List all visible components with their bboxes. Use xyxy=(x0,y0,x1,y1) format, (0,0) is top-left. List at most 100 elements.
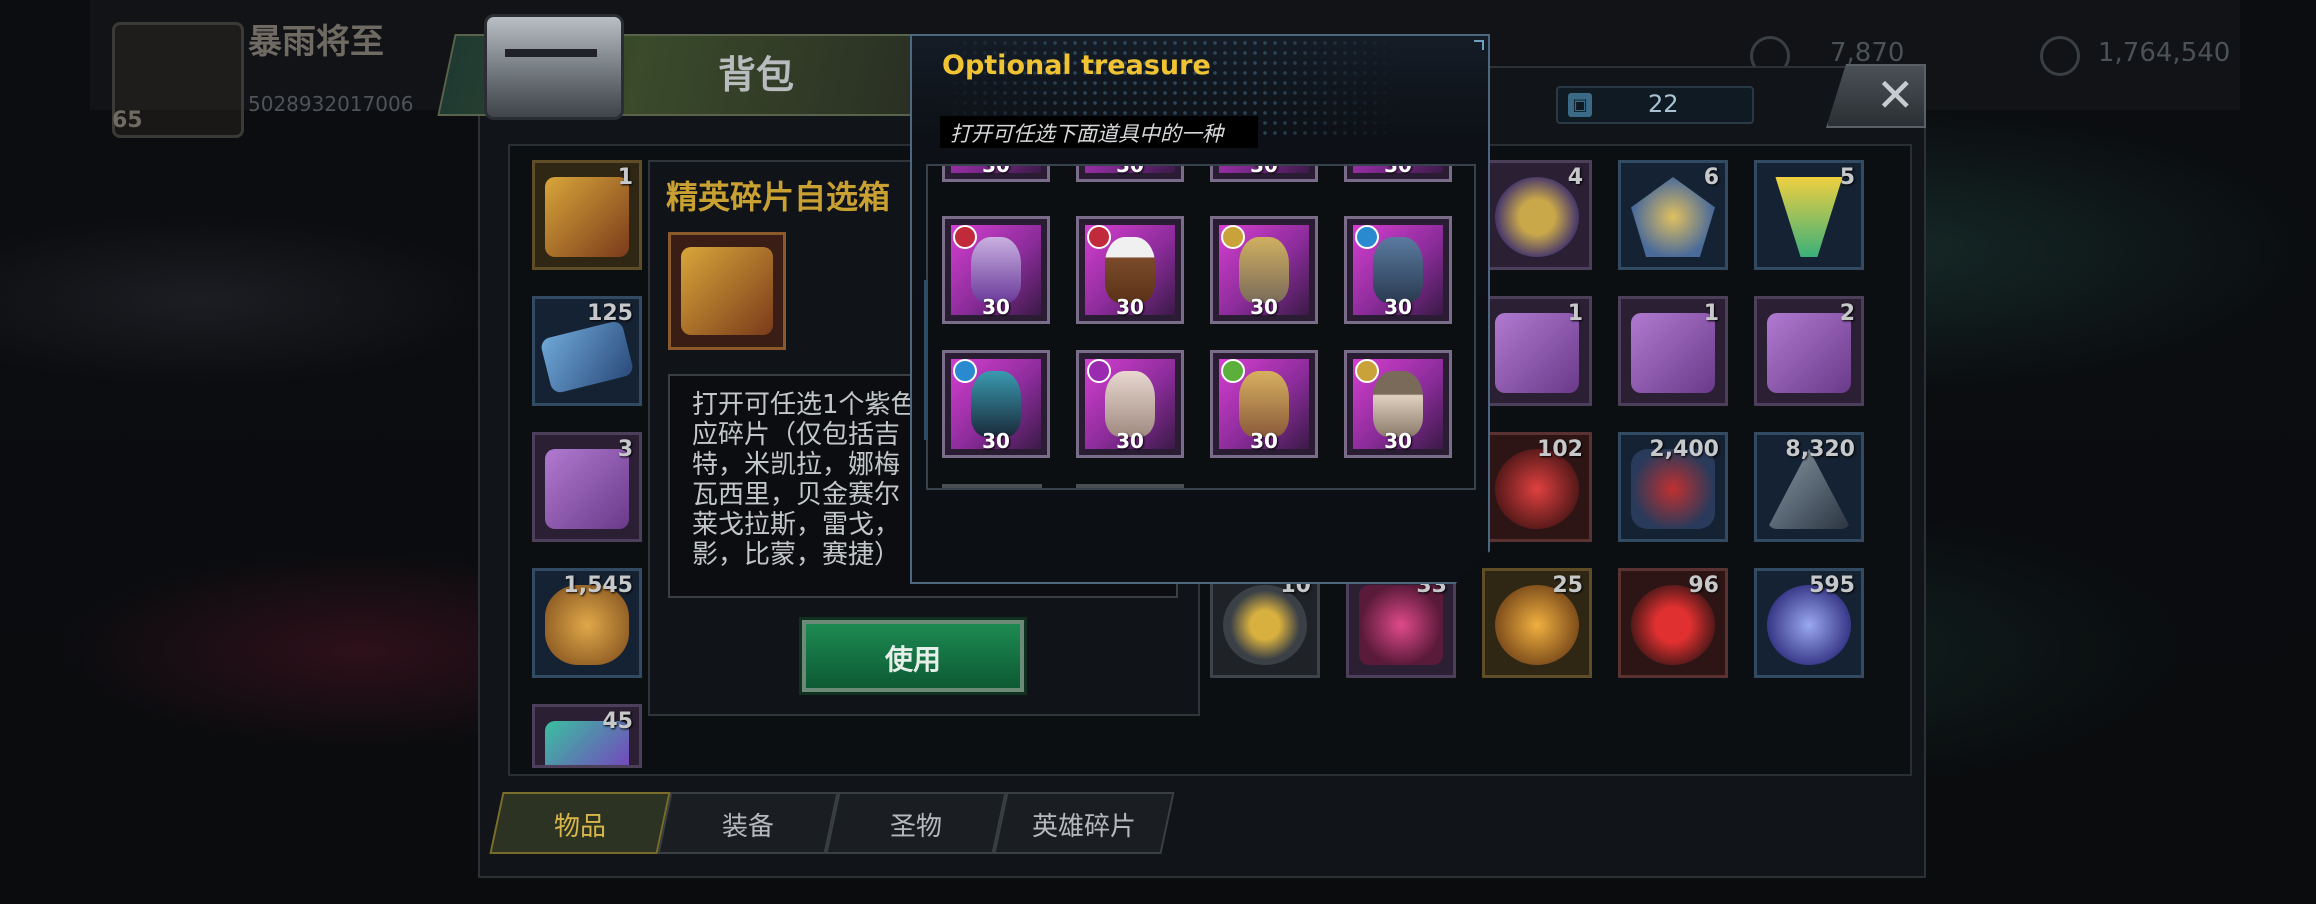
hero-shard-quantity: 30 xyxy=(982,429,1010,453)
resource-count-2: 1,764,540 xyxy=(2098,38,2231,68)
item-quantity: 3 xyxy=(617,437,633,462)
hero-choice-slot[interactable]: 30 xyxy=(942,216,1050,324)
resource-count-1: 7,870 xyxy=(1830,38,1905,68)
hero-choice-grid[interactable]: 30 30 30 30 30 30 30 30 30 30 30 30 xyxy=(926,164,1476,490)
bag-slot[interactable]: 8,320 xyxy=(1754,432,1864,542)
bag-slot[interactable]: 25 xyxy=(1482,568,1592,678)
bag-slot[interactable]: 10 xyxy=(1210,568,1320,678)
hero-choice-slot[interactable]: 30 xyxy=(1076,164,1184,182)
purple-skull-icon xyxy=(1087,359,1111,383)
coin-resource-icon xyxy=(2040,36,2080,76)
tab-hero-shards-label[interactable]: 英雄碎片 xyxy=(1000,806,1168,843)
bag-title: 背包 xyxy=(718,53,795,97)
popup-subtitle: 打开可任选下面道具中的一种 xyxy=(950,122,1223,146)
hero-shard-quantity: 30 xyxy=(1116,164,1144,177)
item-quantity: 2 xyxy=(1839,301,1855,326)
item-quantity: 1 xyxy=(1703,301,1719,326)
hero-choice-slot[interactable]: 30 xyxy=(1076,350,1184,458)
bag-slot[interactable]: 1,545 xyxy=(532,568,642,678)
hero-shard-quantity: 30 xyxy=(1250,164,1278,177)
bag-slot[interactable]: 595 xyxy=(1754,568,1864,678)
close-icon: ✕ xyxy=(1876,68,1915,122)
hero-shard-quantity: 30 xyxy=(982,295,1010,319)
hero-shard-quantity: 30 xyxy=(1384,295,1412,319)
item-quantity: 125 xyxy=(587,301,633,326)
cinema-ticket-icon xyxy=(539,319,635,395)
revolver-fragment-icon xyxy=(1495,313,1579,393)
item-quantity: 1,545 xyxy=(563,573,633,598)
tshirt-fragment-icon xyxy=(545,449,629,529)
item-quantity: 6 xyxy=(1703,165,1719,190)
hero-shard-quantity: 30 xyxy=(982,164,1010,177)
player-id: 5028932017006 xyxy=(248,92,414,116)
hooded-blue-hair-portrait xyxy=(971,371,1021,437)
hero-shard-quantity: 30 xyxy=(1250,295,1278,319)
chest-icon xyxy=(484,14,624,120)
item-quantity: 595 xyxy=(1809,573,1855,598)
item-quantity: 5 xyxy=(1839,165,1855,190)
hero-choice-slot[interactable]: 30 xyxy=(942,164,1050,182)
tab-relics-label[interactable]: 圣物 xyxy=(832,806,1000,843)
purple-hair-assassin-portrait xyxy=(971,237,1021,303)
bag-slot[interactable]: 4 xyxy=(1482,160,1592,270)
hero-shard-quantity: 30 xyxy=(1116,295,1144,319)
cyborg-soldier-portrait xyxy=(1373,237,1423,303)
tab-items-label[interactable]: 物品 xyxy=(496,806,664,843)
bag-slot[interactable]: 3 xyxy=(532,432,642,542)
backpack-icon: ▣ xyxy=(1568,93,1592,117)
red-crosshair-icon xyxy=(1087,225,1111,249)
hero-shard-quantity: 30 xyxy=(1384,429,1412,453)
hero-choice-slot[interactable]: 30 xyxy=(1210,216,1318,324)
green-burst-icon xyxy=(1221,359,1245,383)
player-name: 暴雨将至 xyxy=(248,22,384,62)
bag-capacity: ▣ 22 xyxy=(1556,86,1754,124)
hero-choice-slot[interactable]: 30 xyxy=(1344,164,1452,182)
bag-slot[interactable]: 102 xyxy=(1482,432,1592,542)
bag-slot[interactable]: 33 xyxy=(1346,568,1456,678)
hero-shard-quantity: 30 xyxy=(1384,164,1412,177)
bag-slot[interactable]: 96 xyxy=(1618,568,1728,678)
gold-mech-icon xyxy=(1355,359,1379,383)
hero-shard-quantity: 30 xyxy=(1116,429,1144,453)
bag-slot[interactable]: 1 xyxy=(1618,296,1728,406)
popup-scrollbar[interactable] xyxy=(924,280,928,440)
cocktail-drink-icon xyxy=(1775,177,1843,257)
item-quantity: 45 xyxy=(602,709,633,734)
skull-hat-gunslinger-portrait xyxy=(1373,371,1423,437)
hero-choice-slot[interactable]: 30 xyxy=(1210,350,1318,458)
player-level: 65 xyxy=(112,108,143,133)
hero-choice-slot[interactable]: 30 xyxy=(942,350,1050,458)
bag-slot[interactable]: 125 xyxy=(532,296,642,406)
police-badge-icon xyxy=(1631,177,1715,257)
bag-slot[interactable]: 45 xyxy=(532,704,642,768)
bag-slot[interactable]: 1 xyxy=(1482,296,1592,406)
blue-ring-icon xyxy=(1355,225,1379,249)
item-title: 精英碎片自选箱 xyxy=(666,178,891,216)
hero-choice-slot[interactable]: 30 xyxy=(1210,164,1318,182)
bag-slot[interactable]: 2,400 xyxy=(1618,432,1728,542)
cowboy-hat-fragment-icon xyxy=(1767,313,1851,393)
bag-slot[interactable]: 1 xyxy=(532,160,642,270)
hero-choice-slot[interactable]: 30 xyxy=(1344,350,1452,458)
item-quantity: 1 xyxy=(617,165,633,190)
hero-shard-quantity: 30 xyxy=(1250,429,1278,453)
boot-fragment-icon xyxy=(1631,313,1715,393)
item-quantity: 1 xyxy=(1567,301,1583,326)
hero-choice-slot[interactable]: 30 xyxy=(1076,216,1184,324)
use-button-label[interactable]: 使用 xyxy=(802,638,1024,678)
next-row-edge xyxy=(1076,484,1184,488)
next-row-edge xyxy=(942,484,1042,488)
blond-brawler-portrait xyxy=(1239,371,1289,437)
bag-slot[interactable]: 6 xyxy=(1618,160,1728,270)
popup-title: Optional treasure xyxy=(942,50,1211,81)
white-hair-fighter-portrait xyxy=(1105,237,1155,303)
elite-shard-chest-icon xyxy=(681,247,773,335)
tab-equipment-label[interactable]: 装备 xyxy=(664,806,832,843)
bag-slot[interactable]: 5 xyxy=(1754,160,1864,270)
blue-ring-icon xyxy=(953,359,977,383)
pale-hair-girl-portrait xyxy=(1105,371,1155,437)
item-detail-icon xyxy=(668,232,786,350)
hero-choice-slot[interactable]: 30 xyxy=(1344,216,1452,324)
poker-chip-icon xyxy=(1495,177,1579,257)
bag-slot[interactable]: 2 xyxy=(1754,296,1864,406)
